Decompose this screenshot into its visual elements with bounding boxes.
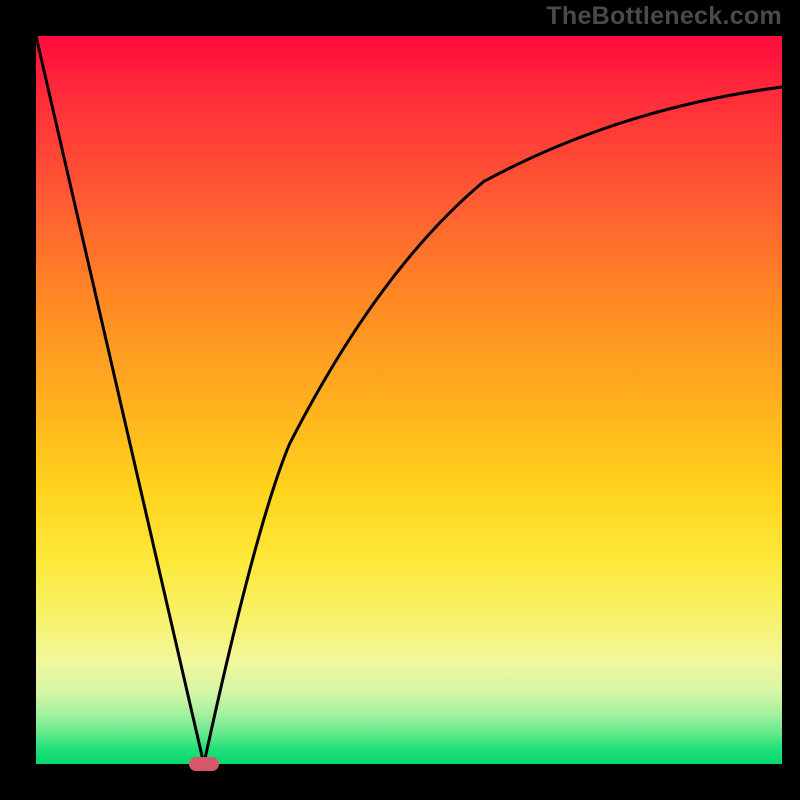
- chart-frame: TheBottleneck.com: [0, 0, 800, 800]
- optimal-point-marker: [189, 757, 219, 771]
- bottleneck-curve: [0, 0, 800, 800]
